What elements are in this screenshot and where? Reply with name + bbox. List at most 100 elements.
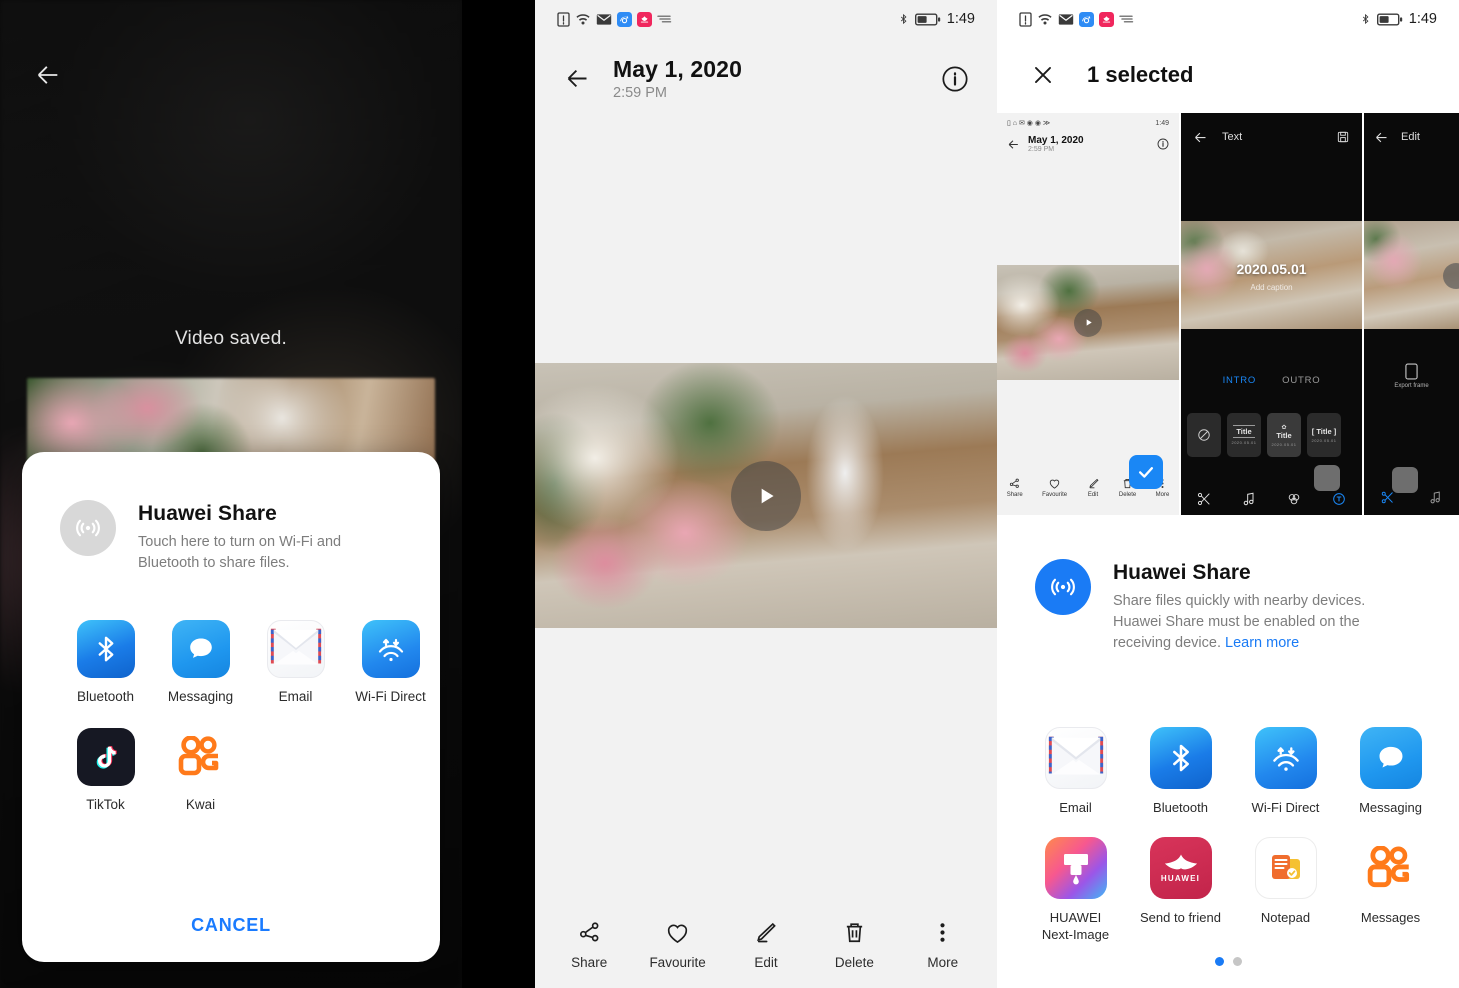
tiktok-icon — [76, 727, 135, 786]
status-bar-right: 1:49 — [1360, 11, 1437, 27]
share-app-huawei-next-image[interactable]: HUAWEI Next-Image — [1023, 836, 1128, 944]
cancel-button-label: CANCEL — [191, 914, 271, 935]
arrow-left-icon — [1008, 139, 1018, 149]
text-editor-title: Text — [1222, 131, 1243, 143]
mail-icon — [596, 13, 612, 25]
thumbnail-edit-screen[interactable]: Edit Export frame — [1364, 113, 1459, 515]
share-sheet-header[interactable]: Huawei Share Share files quickly with ne… — [997, 515, 1459, 654]
share-sheet-header[interactable]: Huawei Share Touch here to turn on Wi-Fi… — [22, 452, 440, 574]
play-button[interactable] — [731, 460, 801, 531]
toolbar-delete[interactable]: Delete — [819, 919, 889, 970]
pencil-icon — [1088, 478, 1099, 488]
mini-status-bar: ▯ ⌂ ✉ ◉ ◉ ≫ 1:49 — [997, 113, 1179, 128]
tab-outro[interactable]: OUTRO — [1282, 375, 1320, 386]
screenshot-stage: Video saved. Huawei Share Touch here to … — [0, 0, 1459, 988]
tab-intro[interactable]: INTRO — [1223, 375, 1257, 386]
preset-title-1[interactable]: Title 2020.05.01 — [1227, 413, 1261, 457]
page-dot[interactable] — [1232, 957, 1242, 966]
status-bar-time: 1:49 — [946, 11, 975, 27]
preset-title-2[interactable]: ✿ Title 2020.05.01 — [1267, 413, 1301, 457]
play-icon — [1074, 308, 1102, 337]
phone-frame-icon — [1405, 363, 1418, 380]
preset-title-3[interactable]: [ Title ] 2020.05.01 — [1307, 413, 1341, 457]
toolbar-share[interactable]: Share — [554, 919, 624, 970]
share-app-messaging[interactable]: Messaging — [1338, 727, 1443, 817]
viewer-toolbar: Share Favourite Edit Delete More — [535, 900, 997, 988]
text-editor-preview: 2020.05.01 Add caption — [1181, 221, 1362, 329]
share-app-wifi-direct[interactable]: Wi-Fi Direct — [343, 620, 438, 706]
share-icon — [579, 921, 599, 941]
filters-icon[interactable] — [1286, 491, 1302, 507]
photo-time: 2:59 PM — [613, 85, 667, 101]
mini-toolbar-label: Favourite — [1042, 491, 1068, 498]
toolbar-edit[interactable]: Edit — [731, 919, 801, 970]
learn-more-link[interactable]: Learn more — [1225, 635, 1299, 651]
share-app-kwai[interactable]: Kwai — [153, 727, 248, 814]
overlay-date-text: 2020.05.01 — [1236, 261, 1307, 277]
share-app-wifi-direct[interactable]: Wi-Fi Direct — [1233, 727, 1338, 817]
back-button[interactable] — [28, 55, 68, 95]
pencil-icon — [757, 922, 777, 942]
selection-bar: 1 selected — [997, 38, 1459, 98]
mini-toolbar-edit: Edit — [1087, 477, 1100, 498]
heart-icon — [667, 924, 688, 943]
share-app-tiktok[interactable]: TikTok — [58, 727, 153, 814]
share-app-email[interactable]: Email — [248, 620, 343, 706]
toolbar-label: More — [927, 954, 959, 970]
share-sheet-subtitle: Touch here to turn on Wi-Fi and Bluetoot… — [138, 534, 342, 572]
share-app-grid: Email Bluetooth Wi-Fi Direct Messaging H… — [997, 685, 1459, 944]
share-app-bluetooth[interactable]: Bluetooth — [58, 620, 153, 706]
share-sheet-subtitle: Share files quickly with nearby devices.… — [1113, 591, 1413, 654]
no-style-icon — [1198, 429, 1210, 441]
thumbnail-gallery-screen[interactable]: ▯ ⌂ ✉ ◉ ◉ ≫ 1:49 May 1, 2020 2:59 PM Sha… — [997, 113, 1179, 515]
cancel-button[interactable]: CANCEL — [22, 888, 440, 962]
share-app-email[interactable]: Email — [1023, 727, 1128, 817]
arrow-left-icon — [1376, 132, 1387, 142]
share-app-label: Email — [1059, 800, 1092, 815]
share-app-label: Messaging — [167, 689, 234, 705]
share-app-messages-kwai[interactable]: Messages — [1338, 836, 1443, 944]
thumbnail-text-editor-screen[interactable]: Text 2020.05.01 Add caption INTRO OUTRO — [1181, 113, 1362, 515]
scissors-icon[interactable] — [1380, 490, 1395, 505]
play-icon — [1443, 263, 1459, 289]
toolbar-more[interactable]: More — [908, 919, 978, 970]
panel-gallery-viewer: 1:49 May 1, 2020 2:59 PM Share Favourite… — [535, 0, 997, 988]
huawei-share-icon — [1035, 559, 1091, 615]
info-button[interactable] — [935, 59, 975, 99]
share-app-label: Send to friend — [1140, 909, 1221, 925]
bluetooth-icon — [76, 620, 135, 679]
edit-screen-header: Edit — [1364, 113, 1459, 149]
export-frame-button[interactable]: Export frame — [1364, 363, 1459, 389]
share-app-notepad[interactable]: Notepad — [1233, 836, 1338, 944]
text-editor-header: Text — [1181, 113, 1362, 149]
scissors-icon[interactable] — [1196, 491, 1212, 507]
music-icon[interactable] — [1241, 491, 1257, 507]
heart-icon — [1049, 479, 1060, 489]
preset-label: [ Title ] — [1311, 427, 1337, 436]
share-app-bluetooth[interactable]: Bluetooth — [1128, 727, 1233, 817]
selection-checkbox[interactable] — [1129, 455, 1163, 489]
preview-thumbnail-box — [1314, 465, 1340, 491]
share-sheet-title: Huawei Share — [1113, 561, 1251, 584]
mini-time: 2:59 PM — [1028, 146, 1055, 153]
mini-status-time: 1:49 — [1155, 119, 1169, 127]
preset-none[interactable] — [1187, 413, 1221, 457]
mini-toolbar-label: Delete — [1118, 491, 1137, 498]
huawei-share-sheet: Huawei Share Touch here to turn on Wi-Fi… — [22, 452, 440, 962]
viewer-title-block: May 1, 2020 2:59 PM — [613, 56, 935, 101]
messaging-icon — [171, 620, 230, 679]
close-button[interactable] — [1025, 57, 1061, 93]
share-app-label: HUAWEI Next-Image — [1041, 909, 1110, 942]
toolbar-favourite[interactable]: Favourite — [643, 919, 713, 970]
page-dot-active[interactable] — [1214, 957, 1224, 966]
panel-share-selection: 1:49 1 selected ▯ ⌂ ✉ ◉ ◉ ≫ 1:49 May 1, … — [997, 0, 1459, 988]
video-preview[interactable] — [535, 363, 997, 628]
preset-label: Title — [1276, 430, 1292, 440]
notepad-icon — [1254, 836, 1317, 899]
text-tool-icon[interactable] — [1331, 491, 1347, 507]
bluetooth-icon — [900, 13, 907, 25]
share-app-send-to-friend[interactable]: HUAWEI Send to friend — [1128, 836, 1233, 944]
back-button[interactable] — [557, 59, 597, 99]
music-icon[interactable] — [1428, 490, 1443, 505]
share-app-messaging[interactable]: Messaging — [153, 620, 248, 706]
